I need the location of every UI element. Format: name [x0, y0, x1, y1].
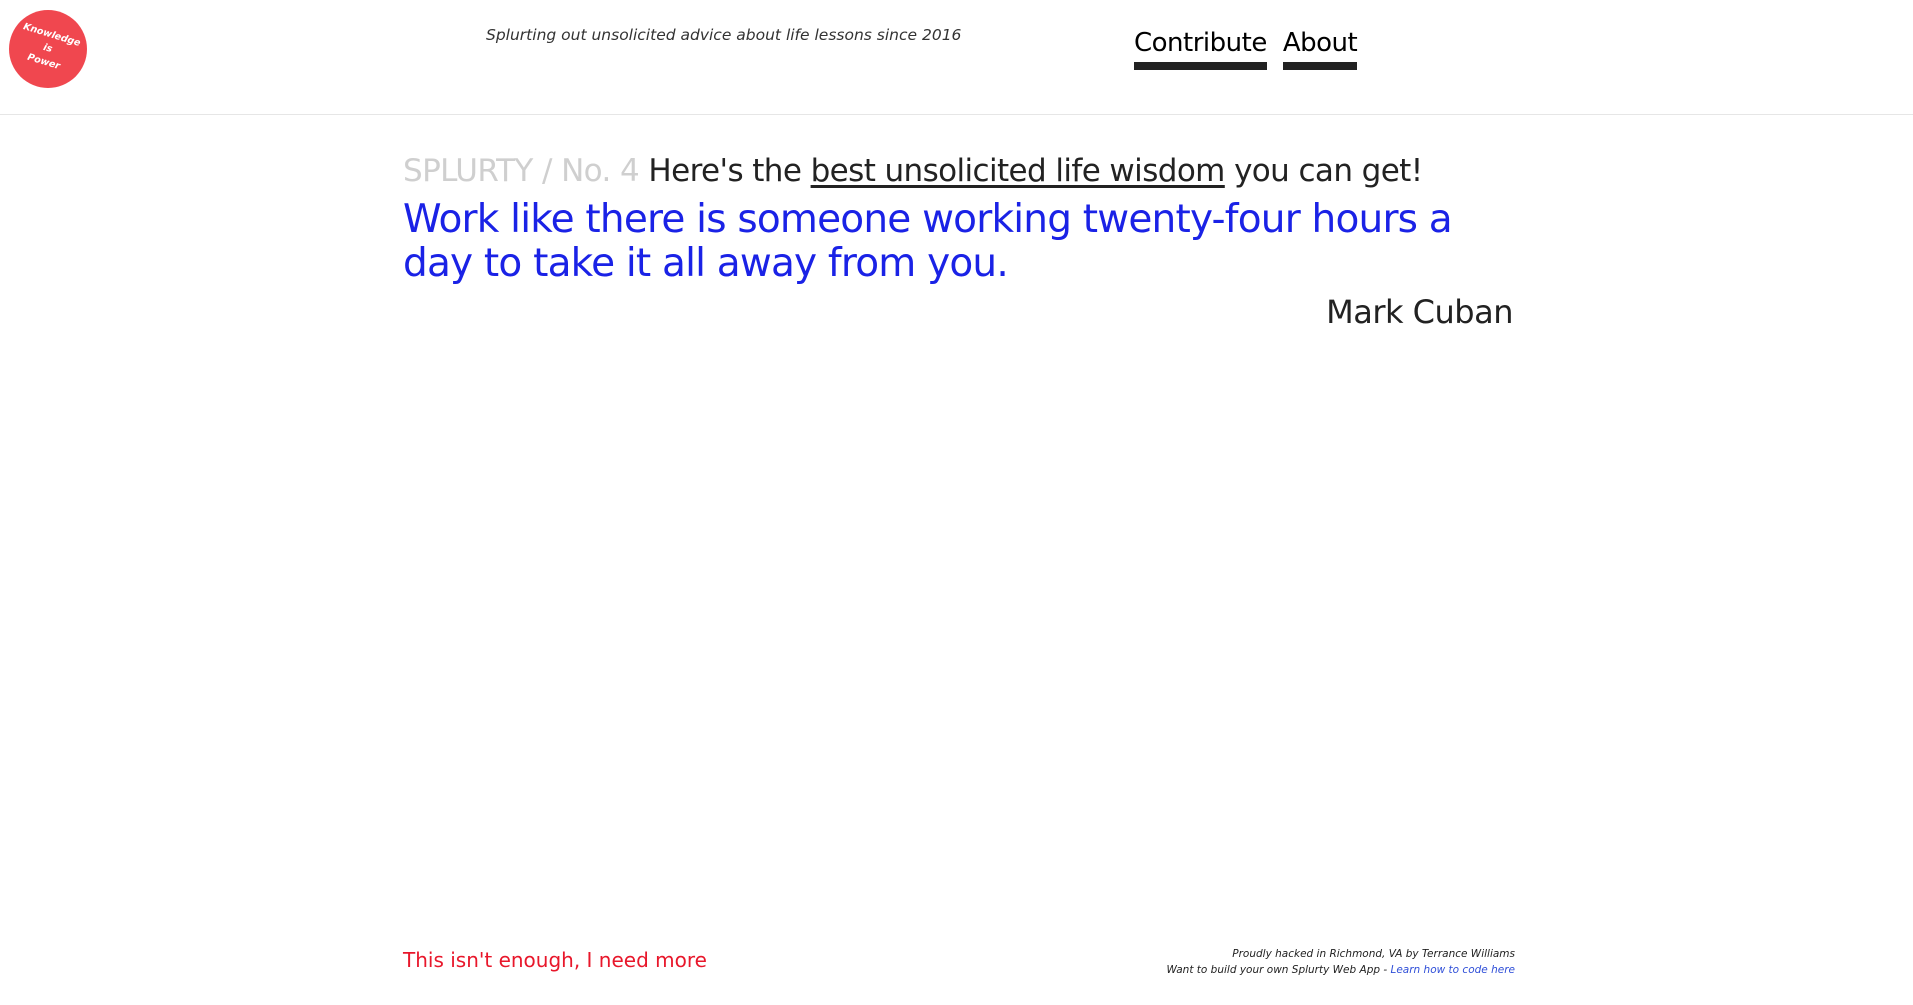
site-tagline: Splurting out unsolicited advice about l… [486, 26, 962, 44]
quote-text: Work like there is someone working twent… [403, 197, 1453, 286]
best-wisdom-link[interactable]: best unsolicited life wisdom [811, 153, 1226, 189]
logo-text: Knowledge is Power [14, 20, 83, 77]
credit-line-2-text: Want to build your own Splurty Web App - [1166, 964, 1388, 976]
nav-contribute-link[interactable]: Contribute [1134, 28, 1267, 70]
nav-about-link[interactable]: About [1282, 28, 1358, 70]
quote-author: Mark Cuban [1326, 293, 1513, 331]
logo-badge[interactable]: Knowledge is Power [9, 10, 87, 88]
credit-line-2: Want to build your own Splurty Web App -… [1100, 962, 1515, 978]
learn-to-code-link[interactable]: Learn how to code here [1391, 964, 1516, 976]
intro-line: SPLURTY / No. 4 Here's the best unsolici… [403, 153, 1423, 189]
footer-credits: Proudly hacked in Richmond, VA by Terran… [1100, 946, 1515, 978]
intro-text-before: Here's the [648, 153, 802, 189]
site-header: Knowledge is Power Splurting out unsolic… [0, 0, 1913, 115]
splurty-number: SPLURTY / No. 4 [403, 153, 640, 189]
page: Knowledge is Power Splurting out unsolic… [0, 0, 1913, 1005]
intro-text-after: you can get! [1234, 153, 1423, 189]
credit-line-1: Proudly hacked in Richmond, VA by Terran… [1232, 948, 1515, 960]
more-quotes-link[interactable]: This isn't enough, I need more [403, 948, 707, 972]
main-nav: Contribute About [1134, 28, 1358, 70]
